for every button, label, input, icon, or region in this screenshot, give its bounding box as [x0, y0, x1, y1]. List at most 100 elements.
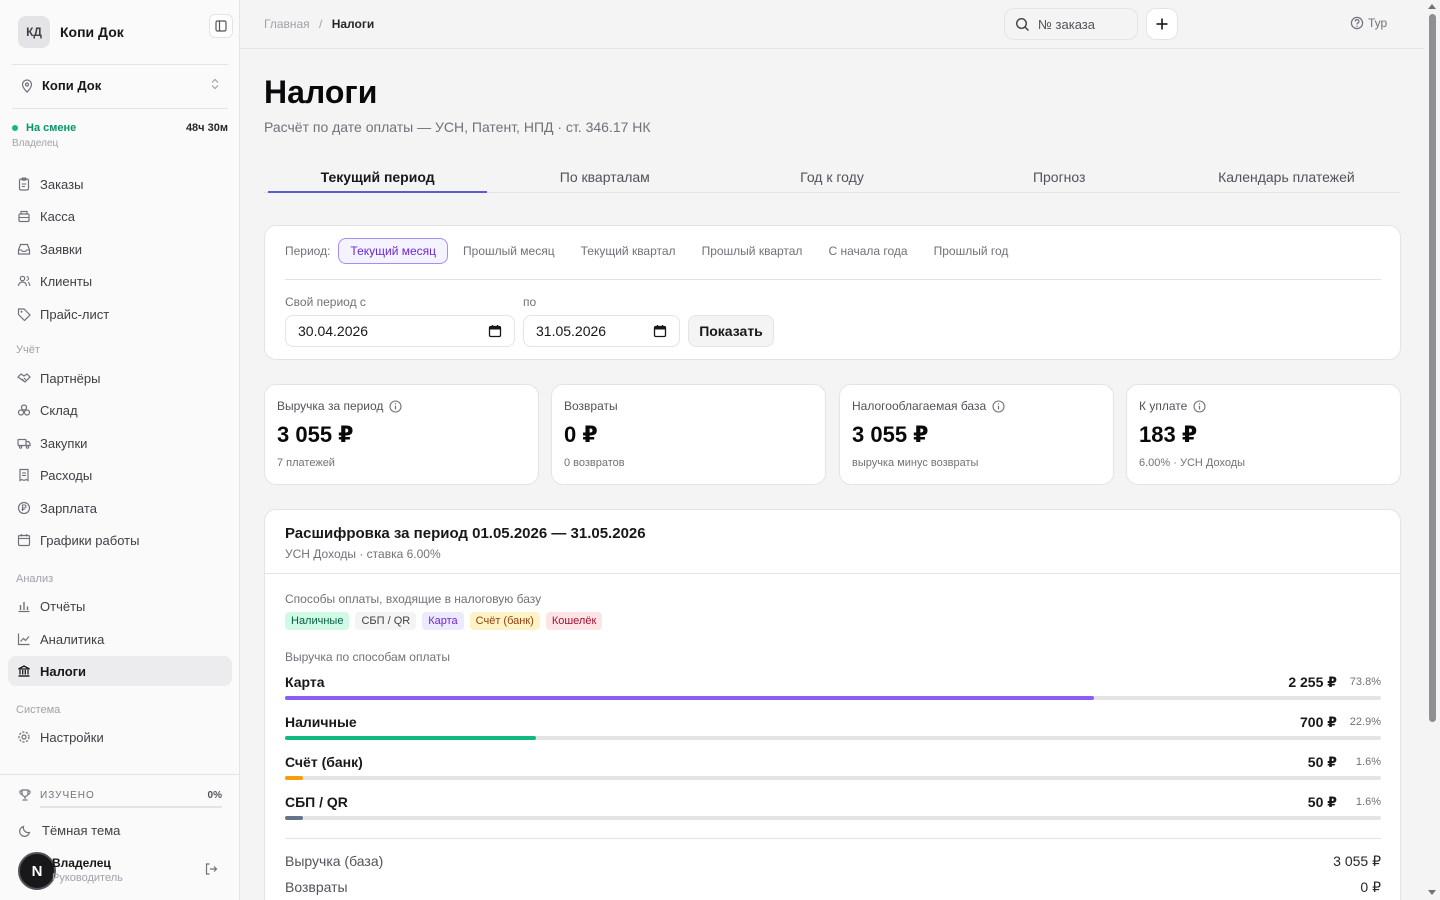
summary-label: Выручка (база): [285, 853, 384, 869]
nav-item-orders[interactable]: Заказы: [8, 169, 232, 199]
tour-button[interactable]: Тур: [1350, 16, 1387, 30]
page-subtitle: Расчёт по дате оплаты — УСН, Патент, НПД…: [264, 119, 651, 135]
scroll-up-arrow[interactable]: [1428, 4, 1436, 9]
revenue-amount: 700 ₽: [1300, 714, 1337, 730]
trophy-icon: [18, 788, 32, 802]
revenue-row-sbp-qr: СБП / QR 50 ₽ 1.6%: [285, 794, 1381, 830]
nav-item-price-list[interactable]: Прайс-лист: [8, 299, 232, 329]
search-input[interactable]: [1038, 16, 1114, 32]
tabs: Текущий период По кварталам Год к году П…: [264, 164, 1400, 193]
avatar: N: [18, 852, 56, 890]
nav-item-purchases[interactable]: Закупки: [8, 428, 232, 458]
show-button[interactable]: Показать: [688, 315, 774, 347]
nav-item-salary[interactable]: Зарплата: [8, 493, 232, 523]
nav-label: Расходы: [40, 467, 93, 483]
learning-progress[interactable]: ИЗУЧЕНО 0%: [18, 788, 222, 802]
methods-label: Способы оплаты, входящие в налоговую баз…: [285, 592, 542, 606]
revenue-bar-fill: [285, 736, 536, 740]
nav-item-reports[interactable]: Отчёты: [8, 591, 232, 621]
nav-group-system: Система: [16, 704, 61, 716]
chip-last-quarter[interactable]: Прошлый квартал: [691, 238, 814, 264]
location-label: Копи Док: [42, 78, 102, 93]
revenue-percent: 73.8%: [1349, 676, 1381, 688]
nav-item-taxes[interactable]: Налоги: [8, 656, 232, 686]
user-name: Владелец: [52, 856, 111, 870]
sidebar-collapse-icon[interactable]: [209, 14, 233, 38]
info-icon[interactable]: [1193, 399, 1206, 413]
period-label: Период:: [285, 244, 331, 258]
info-icon[interactable]: [992, 399, 1005, 413]
breadcrumb-home[interactable]: Главная: [264, 17, 310, 31]
date-to-input[interactable]: 31.05.2026: [523, 315, 680, 347]
nav-label: Клиенты: [40, 273, 93, 289]
theme-toggle[interactable]: Тёмная тема: [18, 823, 120, 838]
breakdown-title: Расшифровка за период 01.05.2026 — 31.05…: [285, 525, 646, 542]
calendar-icon[interactable]: [653, 324, 667, 341]
divider: [0, 774, 239, 775]
tab-year-over-year[interactable]: Год к году: [718, 164, 945, 192]
tab-forecast[interactable]: Прогноз: [946, 164, 1173, 192]
tour-label: Тур: [1368, 16, 1388, 30]
chip-current-month[interactable]: Текущий месяц: [338, 238, 449, 264]
nav-label: Склад: [40, 402, 78, 418]
nav-item-requests[interactable]: Заявки: [8, 234, 232, 264]
custom-from-label: Свой период с: [285, 295, 366, 309]
chip-last-month[interactable]: Прошлый месяц: [452, 238, 566, 264]
chip-last-year[interactable]: Прошлый год: [923, 238, 1020, 264]
nav-item-expenses[interactable]: Расходы: [8, 460, 232, 490]
nav-label: Заказы: [40, 176, 84, 192]
tab-payment-calendar[interactable]: Календарь платежей: [1173, 164, 1400, 192]
revenue-method-name: Карта: [285, 674, 325, 690]
calendar-icon: [16, 532, 32, 548]
location-selector[interactable]: Копи Док: [20, 78, 220, 93]
nav-item-clients[interactable]: Клиенты: [8, 266, 232, 296]
stat-note: 7 платежей: [277, 457, 335, 469]
nav-item-warehouse[interactable]: Склад: [8, 395, 232, 425]
date-from-input[interactable]: 30.04.2026: [285, 315, 515, 347]
breakdown-card: Расшифровка за период 01.05.2026 — 31.05…: [264, 509, 1401, 900]
shift-role: Владелец: [12, 138, 59, 149]
nav-label: Касса: [40, 208, 76, 224]
divider: [12, 64, 228, 65]
tab-by-quarters[interactable]: По кварталам: [491, 164, 718, 192]
nav-item-schedules[interactable]: Графики работы: [8, 525, 232, 555]
brand[interactable]: КД Копи Док: [18, 16, 124, 48]
search-box[interactable]: [1004, 8, 1138, 40]
tab-current-period[interactable]: Текущий период: [264, 164, 491, 193]
revenue-percent: 22.9%: [1349, 716, 1381, 728]
stat-card-tax-base: Налогооблагаемая база 3 055 ₽ выручка ми…: [839, 384, 1114, 485]
custom-to-label: по: [523, 295, 537, 309]
learned-label: ИЗУЧЕНО: [40, 789, 95, 801]
stat-note: 0 возвратов: [564, 457, 625, 469]
shift-status: На смене 48ч 30м Владелец: [12, 122, 228, 149]
info-icon[interactable]: [389, 399, 402, 413]
revenue-bar-track: [285, 776, 1381, 780]
breadcrumb: Главная / Налоги: [264, 17, 374, 31]
nav-item-partners[interactable]: Партнёры: [8, 363, 232, 393]
scroll-down-arrow[interactable]: [1428, 890, 1436, 895]
scrollbar-thumb[interactable]: [1429, 14, 1436, 722]
revenue-row-cash: Наличные 700 ₽ 22.9%: [285, 714, 1381, 750]
nav-label: Аналитика: [40, 631, 105, 647]
chip-year-to-date[interactable]: С начала года: [817, 238, 918, 264]
learned-percent: 0%: [207, 789, 222, 801]
shift-status-label: На смене: [26, 122, 77, 134]
stat-card-revenue: Выручка за период 3 055 ₽ 7 платежей: [264, 384, 539, 485]
nav-item-settings[interactable]: Настройки: [8, 722, 232, 752]
add-button[interactable]: [1146, 8, 1178, 40]
summary-value: 0 ₽: [1360, 879, 1381, 895]
chip-current-quarter[interactable]: Текущий квартал: [570, 238, 687, 264]
calendar-icon[interactable]: [488, 324, 502, 341]
revenue-method-name: Счёт (банк): [285, 754, 363, 770]
moon-icon: [18, 824, 32, 838]
coin-icon: [16, 500, 32, 516]
shift-duration: 48ч 30м: [185, 122, 228, 134]
user-profile[interactable]: N Владелец Руководитель: [18, 852, 222, 890]
nav-item-register[interactable]: Касса: [8, 201, 232, 231]
handshake-icon: [16, 370, 32, 386]
line-chart-icon: [16, 631, 32, 647]
logout-icon[interactable]: [204, 862, 218, 879]
nav-item-analytics[interactable]: Аналитика: [8, 624, 232, 654]
scrollbar[interactable]: [1424, 0, 1440, 900]
bank-icon: [16, 663, 32, 679]
